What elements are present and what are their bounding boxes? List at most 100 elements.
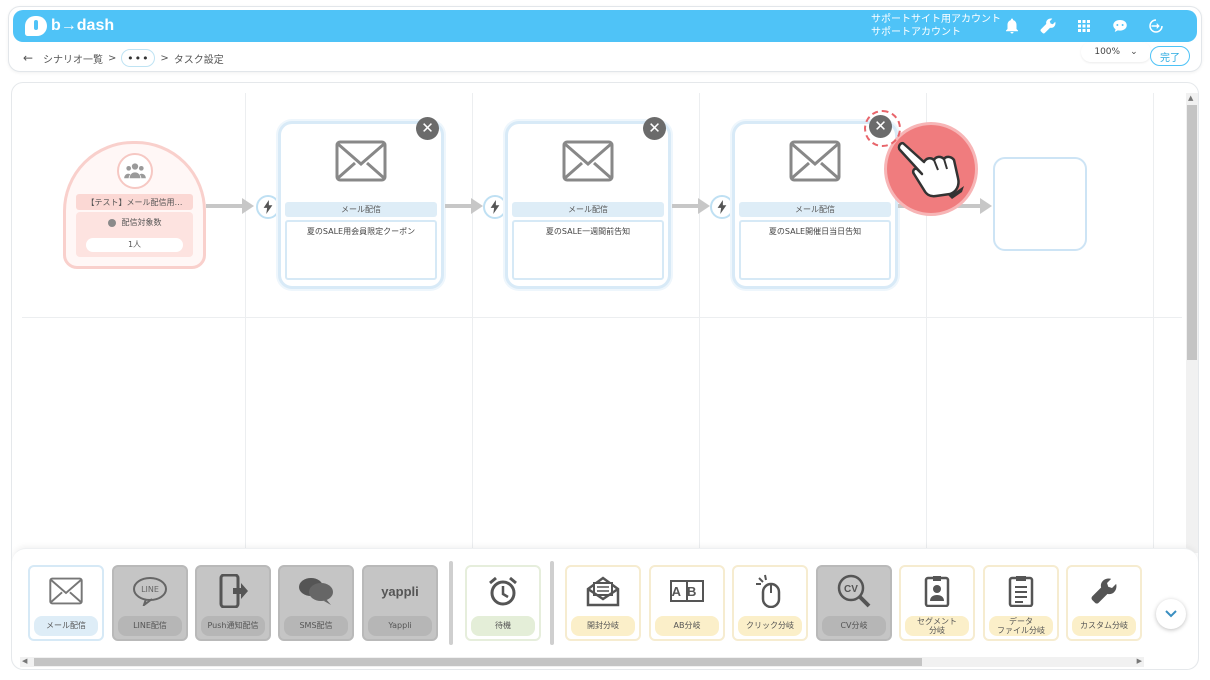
envelope-icon (789, 140, 841, 182)
mail-task-node[interactable]: メール配信 夏のSALE一週間前告知 (505, 121, 671, 289)
horizontal-scrollbar[interactable]: ◀ ▶ (20, 657, 1144, 667)
vertical-scroll-thumb[interactable] (1187, 105, 1197, 360)
tool-click-branch[interactable]: クリック分岐 (732, 565, 808, 641)
trigger-bolt-icon[interactable] (483, 195, 507, 219)
breadcrumb-separator: > (108, 52, 117, 64)
tool-label: SMS配信 (284, 616, 348, 636)
trigger-bolt-icon[interactable] (256, 195, 280, 219)
bell-icon[interactable] (1001, 15, 1023, 37)
tool-push[interactable]: Push通知配信 (195, 565, 271, 641)
alarm-clock-icon (485, 573, 521, 609)
tool-ab-branch[interactable]: AB AB分岐 (649, 565, 725, 641)
target-label-text: 配信対象数 (121, 218, 162, 227)
zoom-select[interactable]: 100% ⌄ (1081, 42, 1151, 62)
account-user-name: サポートアカウント (871, 27, 961, 38)
id-badge-icon (919, 573, 955, 609)
delete-node-button[interactable]: ✕ (643, 117, 666, 140)
account-info[interactable]: サポートサイト用アカウント サポートアカウント (871, 13, 1001, 39)
yappli-icon: yappli (374, 573, 426, 609)
chat-bubbles-icon (298, 573, 334, 609)
mail-task-label: メール配信 (285, 202, 437, 217)
account-site-name: サポートサイト用アカウント (871, 14, 1001, 25)
wrench-icon (1086, 573, 1122, 609)
grid-icon[interactable] (1073, 15, 1095, 37)
tool-mail[interactable]: メール配信 (28, 565, 104, 641)
mouse-icon (752, 573, 788, 609)
start-target-count: 1人 (86, 238, 183, 252)
support-bot-icon[interactable] (1109, 15, 1131, 37)
tool-label: 待機 (471, 616, 535, 636)
mail-task-description: 夏のSALE用会員限定クーポン (285, 220, 437, 280)
header-icons (1001, 15, 1167, 37)
grid-line (245, 93, 246, 553)
mail-task-node[interactable]: メール配信 夏のSALE開催日当日告知 (732, 121, 898, 289)
breadcrumb-current: タスク設定 (173, 54, 224, 66)
ab-icon: AB (669, 573, 705, 609)
horizontal-scroll-thumb[interactable] (34, 658, 922, 666)
delete-node-button[interactable]: ✕ (416, 117, 439, 140)
back-arrow-icon[interactable]: ← (23, 51, 43, 65)
palette-divider (449, 561, 453, 645)
vertical-scrollbar[interactable]: ▲ (1186, 93, 1198, 553)
close-highlight-ring (864, 110, 901, 147)
clipboard-icon (1003, 573, 1039, 609)
breadcrumb-more-button[interactable]: ••• (121, 49, 156, 67)
breadcrumb-scenario-list[interactable]: シナリオ一覧 (43, 51, 103, 66)
scroll-left-icon[interactable]: ◀ (22, 657, 27, 665)
palette-expand-button[interactable] (1156, 599, 1186, 629)
yappli-logo-text: yappli (381, 583, 419, 599)
start-node[interactable]: 【テスト】メール配信用… 配信対象数 1人 (63, 141, 206, 269)
start-target-label: 配信対象数 (76, 217, 193, 228)
breadcrumb: ← シナリオ一覧 > ••• > タスク設定 (23, 48, 224, 68)
grid-line (1153, 93, 1154, 553)
envelope-icon (48, 573, 84, 609)
flow-arrow-head (471, 198, 483, 214)
chevron-down-icon (1165, 610, 1177, 618)
tool-wait[interactable]: 待機 (465, 565, 541, 641)
empty-drop-node[interactable] (993, 157, 1087, 251)
push-phone-icon (215, 573, 251, 609)
app-logo[interactable]: b→dash (25, 14, 114, 38)
brand-bar: b→dash サポートサイト用アカウント サポートアカウント (13, 10, 1197, 42)
tool-label: AB分岐 (655, 616, 719, 636)
flow-arrow (672, 204, 698, 208)
scenario-canvas[interactable]: ▲ 【テスト】メール配信用… 配信対象数 1人 メール配信 夏のSALE用会員限… (11, 82, 1199, 670)
task-palette: メール配信 LINE LINE配信 Push通知配信 SMS配信 yappli … (12, 548, 1198, 669)
wrench-icon[interactable] (1037, 15, 1059, 37)
open-envelope-icon (585, 573, 621, 609)
mail-task-node[interactable]: メール配信 夏のSALE用会員限定クーポン (278, 121, 444, 289)
tool-line[interactable]: LINE LINE配信 (112, 565, 188, 641)
svg-text:AB: AB (672, 584, 703, 599)
mail-task-label: メール配信 (739, 202, 891, 217)
flow-arrow-head (980, 198, 992, 214)
zoom-value: 100% (1094, 47, 1121, 57)
tool-cv-branch[interactable]: CV CV分岐 (816, 565, 892, 641)
tool-custom-branch[interactable]: カスタム分岐 (1066, 565, 1142, 641)
envelope-icon (562, 140, 614, 182)
grid-line (472, 93, 473, 553)
logout-icon[interactable] (1145, 15, 1167, 37)
top-header: b→dash サポートサイト用アカウント サポートアカウント ← シナリオ一覧 … (8, 6, 1202, 72)
trigger-bolt-icon[interactable] (710, 195, 734, 219)
scroll-up-icon[interactable]: ▲ (1188, 94, 1193, 102)
mail-task-description: 夏のSALE開催日当日告知 (739, 220, 891, 280)
tool-datafile-branch[interactable]: データ ファイル分岐 (983, 565, 1059, 641)
tool-label: カスタム分岐 (1072, 616, 1136, 636)
tool-open-branch[interactable]: 開封分岐 (565, 565, 641, 641)
flow-arrow (206, 204, 242, 208)
person-icon (107, 218, 116, 227)
logo-bubble-icon (25, 16, 47, 36)
logo-text: b→dash (51, 17, 115, 34)
scroll-right-icon[interactable]: ▶ (1137, 657, 1142, 665)
cv-search-icon: CV (836, 573, 872, 609)
flow-arrow (445, 204, 471, 208)
tool-segment-branch[interactable]: セグメント 分岐 (899, 565, 975, 641)
svg-text:LINE: LINE (141, 585, 159, 594)
done-button[interactable]: 完了 (1150, 46, 1190, 66)
users-icon (117, 153, 153, 189)
tool-label: データ ファイル分岐 (989, 616, 1053, 636)
tool-sms[interactable]: SMS配信 (278, 565, 354, 641)
breadcrumb-separator: > (160, 52, 169, 64)
envelope-icon (335, 140, 387, 182)
tool-yappli[interactable]: yappli Yappli (362, 565, 438, 641)
